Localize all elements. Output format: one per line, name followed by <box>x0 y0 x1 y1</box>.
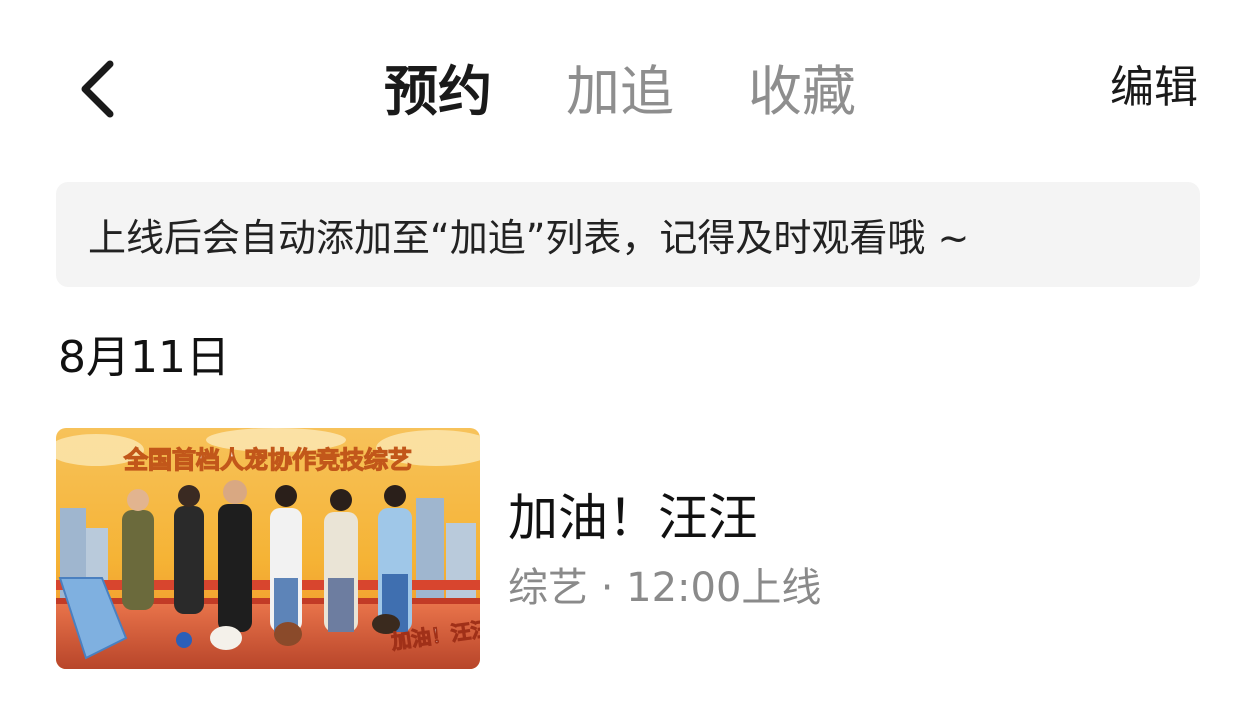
show-poster[interactable]: 全国首档人宠协作竞技综艺 加油！汪汪 <box>56 428 480 669</box>
notice-text: 上线后会自动添加至“加追”列表，记得及时观看哦 ~ <box>88 216 970 260</box>
reservation-page: 预约 加追 收藏 编辑 上线后会自动添加至“加追”列表，记得及时观看哦 ~ 8月… <box>0 0 1256 726</box>
tab-reservation[interactable]: 预约 <box>384 57 492 127</box>
notice-banner: 上线后会自动添加至“加追”列表，记得及时观看哦 ~ <box>56 182 1200 287</box>
date-heading: 8月11日 <box>58 332 230 383</box>
tab-bar: 预约 加追 收藏 <box>384 52 856 132</box>
edit-button[interactable]: 编辑 <box>1110 58 1198 118</box>
back-button[interactable] <box>70 54 130 124</box>
show-meta: 综艺 · 12:00上线 <box>508 565 822 611</box>
poster-headline: 全国首档人宠协作竞技综艺 <box>123 446 412 474</box>
tab-favorites[interactable]: 收藏 <box>748 57 856 127</box>
poster-image: 全国首档人宠协作竞技综艺 加油！汪汪 <box>56 428 480 669</box>
show-title[interactable]: 加油！汪汪 <box>508 486 758 550</box>
tab-follow[interactable]: 加追 <box>566 57 674 127</box>
show-card[interactable]: 全国首档人宠协作竞技综艺 加油！汪汪 加油！汪汪 综艺 · 12:00上线 <box>56 428 1200 670</box>
chevron-left-icon <box>81 60 114 118</box>
